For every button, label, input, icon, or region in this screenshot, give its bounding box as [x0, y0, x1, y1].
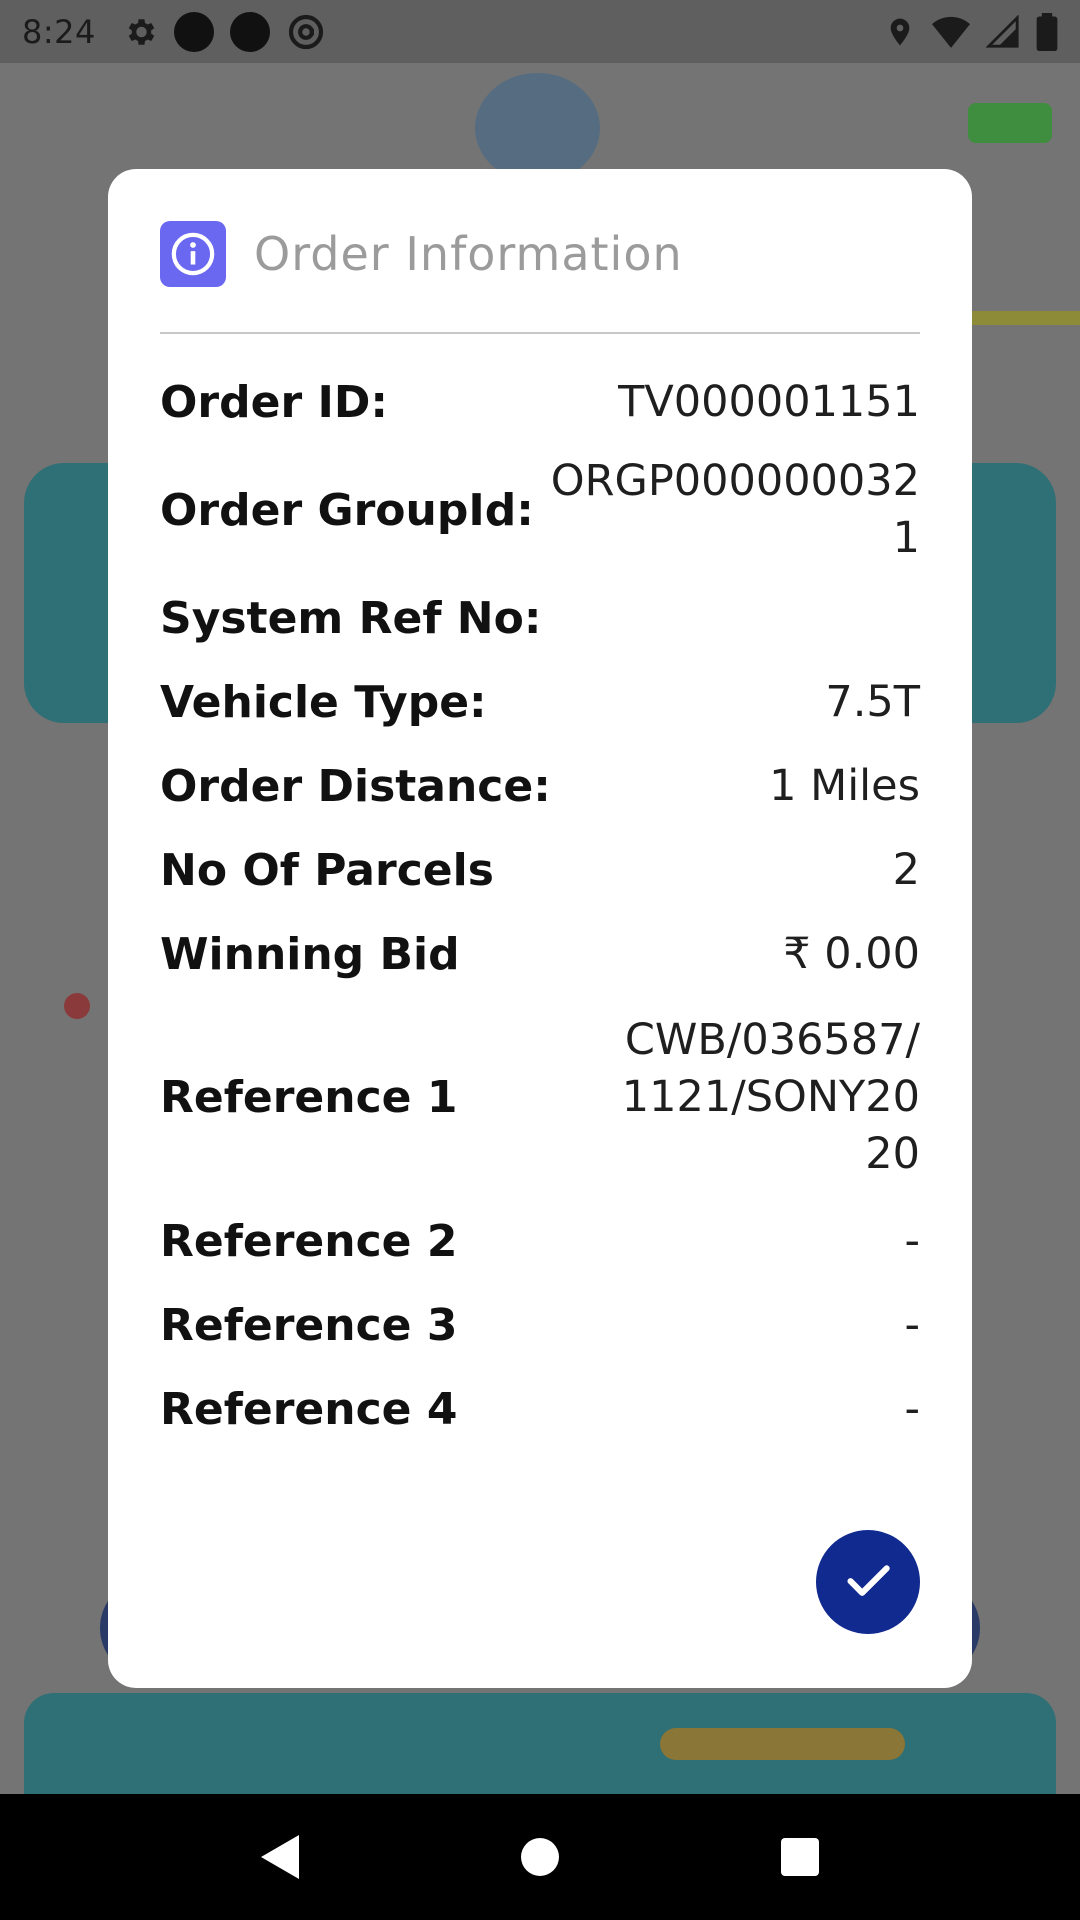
detail-row-order-group-id: Order GroupId: ORGP0000000321: [160, 444, 920, 576]
background-status-dot: [64, 993, 90, 1019]
navigation-bar: [0, 1794, 1080, 1920]
back-icon[interactable]: [261, 1835, 299, 1879]
wifi-icon: [932, 15, 970, 49]
detail-value: 1 Miles: [769, 760, 920, 811]
detail-row-no-of-parcels: No Of Parcels 2: [160, 828, 920, 912]
notification-dot-icon: [229, 11, 270, 52]
detail-value: -: [904, 1215, 920, 1266]
battery-icon: [1036, 12, 1058, 51]
detail-value: ORGP0000000321: [550, 456, 920, 563]
detail-value: 7.5T: [825, 676, 920, 727]
dialog-header: Order Information: [160, 221, 920, 287]
detail-value: -: [904, 1383, 920, 1434]
order-details-list: Order ID: TV000001151 Order GroupId: ORG…: [160, 360, 920, 1451]
detail-label: Reference 3: [160, 1299, 458, 1351]
home-icon[interactable]: [521, 1838, 559, 1876]
detail-row-order-id: Order ID: TV000001151: [160, 360, 920, 444]
detail-row-reference-1: Reference 1 CWB/036587/1121/SONY2020: [160, 996, 920, 1199]
order-information-dialog: Order Information Order ID: TV000001151 …: [108, 169, 972, 1688]
background-accent-bar: [660, 1728, 905, 1760]
detail-value: TV000001151: [618, 376, 920, 427]
notification-dot-icon: [173, 11, 214, 52]
detail-row-reference-2: Reference 2 -: [160, 1199, 920, 1283]
detail-value: CWB/036587/1121/SONY2020: [621, 1015, 920, 1179]
detail-row-order-distance: Order Distance: 1 Miles: [160, 744, 920, 828]
at-sign-icon: [286, 12, 326, 52]
info-icon: [160, 221, 226, 287]
detail-row-vehicle-type: Vehicle Type: 7.5T: [160, 660, 920, 744]
background-logo: [475, 73, 600, 183]
signal-icon: [986, 14, 1020, 49]
status-bar: 8:24: [0, 0, 1080, 63]
detail-label: Reference 4: [160, 1383, 458, 1435]
divider: [160, 332, 920, 334]
detail-value: 2: [892, 844, 920, 895]
detail-label: Reference 2: [160, 1215, 458, 1267]
detail-row-winning-bid: Winning Bid ₹ 0.00: [160, 912, 920, 996]
confirm-button[interactable]: [816, 1530, 920, 1634]
detail-label: Winning Bid: [160, 928, 460, 980]
background-badge: [968, 103, 1052, 143]
background-accent-bar: [970, 311, 1080, 325]
settings-icon: [122, 14, 158, 50]
recents-icon[interactable]: [781, 1838, 819, 1876]
detail-label: Order Distance:: [160, 760, 551, 812]
status-time: 8:24: [22, 12, 96, 51]
detail-label: Vehicle Type:: [160, 676, 487, 728]
detail-label: No Of Parcels: [160, 844, 494, 896]
detail-row-reference-3: Reference 3 -: [160, 1283, 920, 1367]
detail-value: -: [904, 1299, 920, 1350]
detail-value: ₹ 0.00: [783, 928, 920, 979]
detail-label: Reference 1: [160, 1072, 458, 1123]
check-icon: [840, 1552, 896, 1612]
detail-label: Order GroupId:: [160, 484, 534, 536]
dialog-title: Order Information: [254, 227, 683, 281]
detail-label: Order ID:: [160, 376, 388, 428]
detail-label: System Ref No:: [160, 592, 542, 644]
detail-row-reference-4: Reference 4 -: [160, 1367, 920, 1451]
location-icon: [884, 14, 916, 50]
detail-row-system-ref-no: System Ref No:: [160, 576, 920, 660]
